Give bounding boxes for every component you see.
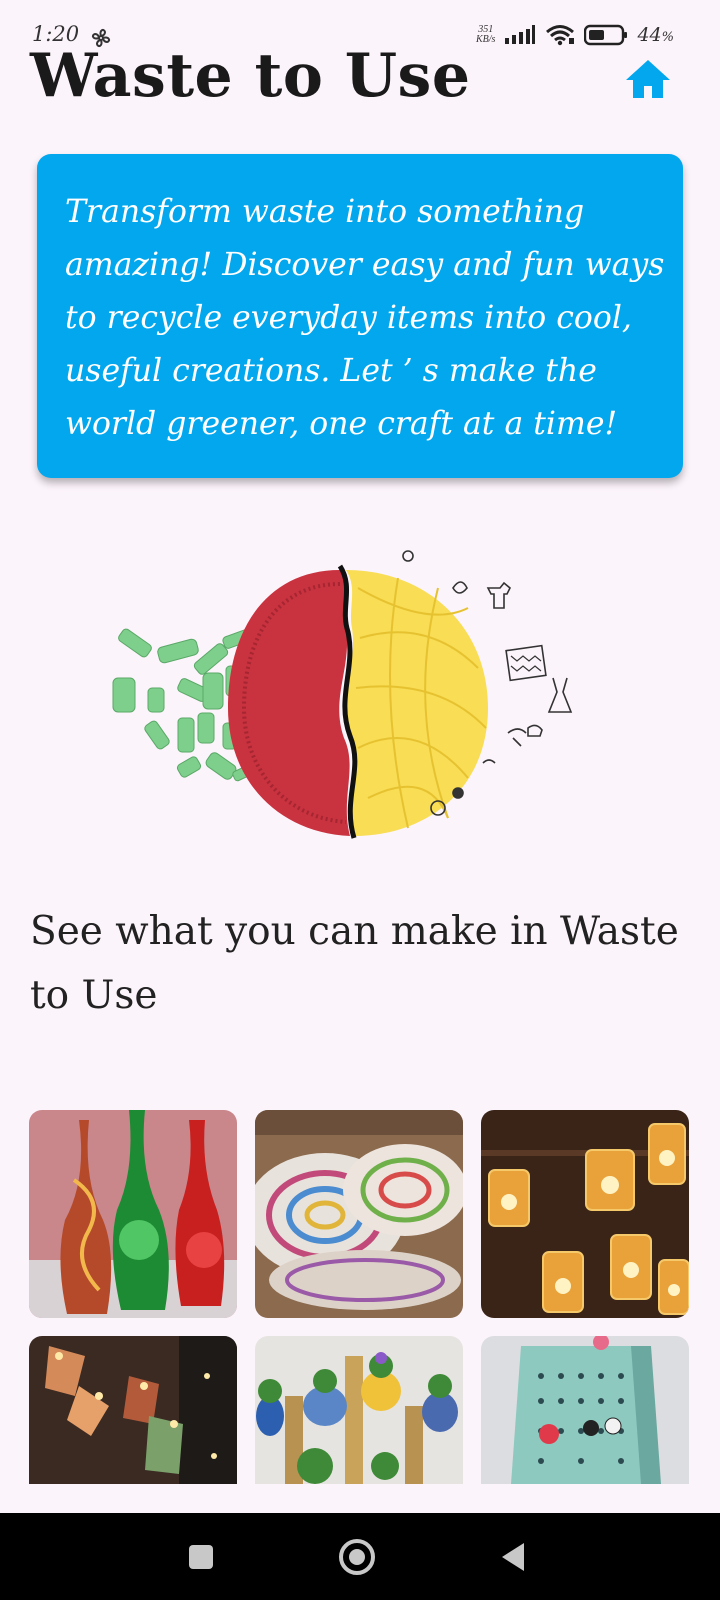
battery-percent-value: 44 <box>637 24 662 46</box>
gallery-item-paper-coil-bowls[interactable] <box>255 1110 463 1318</box>
square-icon[interactable] <box>181 1537 221 1577</box>
intro-card: Transform waste into something amazing! … <box>37 154 683 478</box>
jar-lights-image <box>481 1110 689 1318</box>
battery-percent: 44% <box>637 24 674 46</box>
bottle-planters-image <box>255 1336 463 1484</box>
section-heading: See what you can make in Waste to Use <box>30 909 679 1018</box>
home-icon <box>626 60 670 98</box>
system-nav-bar <box>0 1513 720 1600</box>
triangle-back-icon[interactable] <box>494 1537 534 1577</box>
gallery-item-cup-string-lights[interactable] <box>29 1336 237 1484</box>
app-title: Waste to Use <box>30 41 471 111</box>
battery-percent-unit: % <box>661 30 674 45</box>
paper-bowls-image <box>255 1110 463 1318</box>
status-indicators: 351 KB/s 44% <box>476 24 674 46</box>
gallery-item-painted-bottle-lamps[interactable] <box>29 1110 237 1318</box>
signal-icon <box>505 25 536 44</box>
circle-icon[interactable] <box>337 1537 377 1577</box>
gallery-item-grater-jewelry-holder[interactable] <box>481 1336 689 1484</box>
bottle-lamps-image <box>29 1110 237 1318</box>
network-speed: 351 KB/s <box>476 25 495 45</box>
intro-text: Transform waste into something amazing! … <box>65 194 665 442</box>
gallery-item-mason-jar-lights[interactable] <box>481 1110 689 1318</box>
home-button[interactable] <box>624 58 672 100</box>
battery-icon <box>584 24 628 46</box>
cup-lights-image <box>29 1336 237 1484</box>
gallery-item-bottle-planters[interactable] <box>255 1336 463 1484</box>
network-speed-unit: KB/s <box>476 34 496 45</box>
hero-illustration <box>112 550 573 839</box>
wifi-icon <box>546 25 575 46</box>
grater-holder-image <box>481 1336 689 1484</box>
